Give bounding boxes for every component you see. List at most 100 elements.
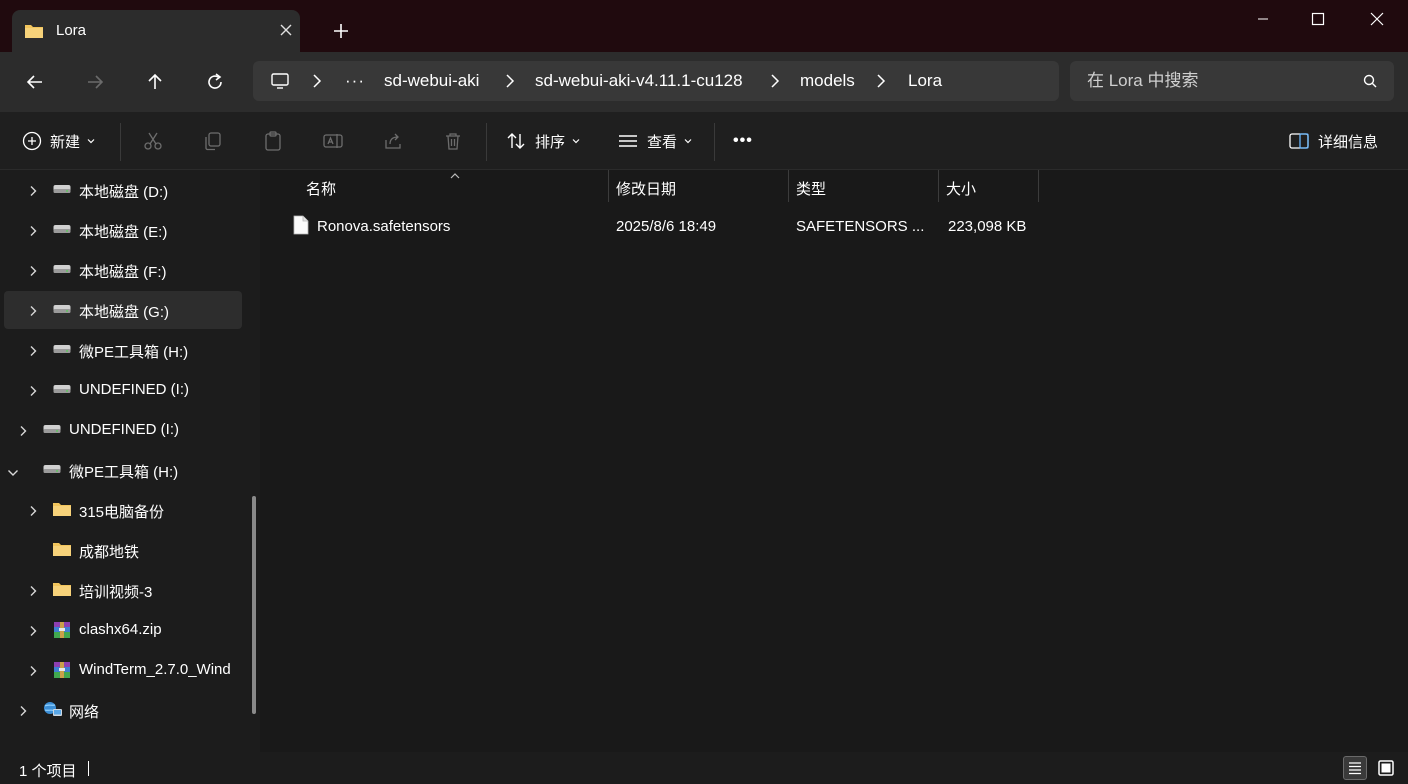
file-icon xyxy=(293,215,309,239)
sidebar-item[interactable]: 315电脑备份 xyxy=(4,491,242,529)
drive-icon xyxy=(52,340,72,362)
sort-button[interactable]: 排序 xyxy=(505,125,581,157)
details-button[interactable]: 详细信息 xyxy=(1288,125,1378,157)
details-view-icon xyxy=(1349,762,1361,775)
title-bar: Lora xyxy=(0,0,1408,52)
navigation-pane: 本地磁盘 (D:) 本地磁盘 (E:) 本地磁盘 (F:) 本地磁盘 (G:) 微PE工… xyxy=(0,170,260,752)
sidebar-item[interactable]: clashx64.zip xyxy=(4,611,242,649)
breadcrumb-item[interactable]: sd-webui-aki xyxy=(384,71,479,91)
column-header-size[interactable]: 大小 xyxy=(946,178,976,199)
chevron-right-icon[interactable] xyxy=(28,624,38,641)
rename-button[interactable] xyxy=(322,125,344,157)
sidebar-item[interactable]: 本地磁盘 (F:) xyxy=(4,251,242,289)
sidebar-item-label: 315电脑备份 xyxy=(79,504,165,521)
chevron-right-icon[interactable] xyxy=(28,264,38,281)
sidebar-item[interactable]: WindTerm_2.7.0_Wind xyxy=(4,651,242,689)
minimize-icon[interactable] xyxy=(1234,0,1292,38)
back-arrow-icon[interactable] xyxy=(19,66,51,98)
folder-icon xyxy=(52,500,72,522)
command-bar: 新建 排序 查看 ••• 详细信息 xyxy=(0,112,1408,170)
breadcrumb-item[interactable]: models xyxy=(800,71,855,91)
copy-button[interactable] xyxy=(202,125,224,157)
chevron-down-icon xyxy=(87,139,95,144)
file-size: 223,098 KB xyxy=(948,218,1027,235)
address-bar[interactable]: ··· sd-webui-aki sd-webui-aki-v4.11.1-cu… xyxy=(253,61,1059,101)
sidebar-item[interactable]: 成都地铁 xyxy=(4,531,242,569)
folder-icon xyxy=(52,580,72,602)
column-divider[interactable] xyxy=(788,170,789,202)
chevron-right-icon[interactable] xyxy=(18,704,28,721)
sidebar-item-label: 微PE工具箱 (H:) xyxy=(79,344,189,361)
chevron-right-icon[interactable] xyxy=(28,504,38,521)
sidebar-item[interactable]: 培训视频-3 xyxy=(4,571,242,609)
search-box[interactable] xyxy=(1070,61,1394,101)
column-divider[interactable] xyxy=(608,170,609,202)
paste-button[interactable] xyxy=(262,125,284,157)
tab-title: Lora xyxy=(56,22,87,39)
chevron-right-icon[interactable] xyxy=(28,224,38,241)
address-row: ··· sd-webui-aki sd-webui-aki-v4.11.1-cu… xyxy=(0,52,1408,112)
refresh-icon[interactable] xyxy=(199,66,231,98)
sidebar-item[interactable]: 本地磁盘 (D:) xyxy=(4,171,242,209)
breadcrumb-overflow[interactable]: ··· xyxy=(345,71,365,91)
column-header-modified[interactable]: 修改日期 xyxy=(616,178,676,199)
sidebar-item[interactable]: 微PE工具箱 (H:) xyxy=(4,331,242,369)
column-header-name[interactable]: 名称 xyxy=(306,178,336,199)
chevron-right-icon[interactable] xyxy=(311,73,323,93)
computer-icon[interactable] xyxy=(270,71,290,95)
table-row[interactable]: Ronova.safetensors 2025/8/6 18:49 SAFETE… xyxy=(286,210,1046,242)
breadcrumb-current[interactable]: Lora xyxy=(908,71,942,91)
column-header-type[interactable]: 类型 xyxy=(796,178,826,199)
new-label: 新建 xyxy=(50,133,81,151)
search-input[interactable] xyxy=(1070,61,1350,101)
new-tab-icon[interactable] xyxy=(330,20,352,42)
sidebar-scrollbar[interactable] xyxy=(252,496,256,714)
cut-button[interactable] xyxy=(142,125,164,157)
sidebar-item[interactable]: 本地磁盘 (G:) xyxy=(4,291,242,329)
paste-icon xyxy=(265,131,281,151)
sidebar-item[interactable]: 本地磁盘 (E:) xyxy=(4,211,242,249)
chevron-right-icon[interactable] xyxy=(769,73,781,93)
sidebar-item[interactable]: UNDEFINED (I:) xyxy=(4,371,242,409)
chevron-right-icon[interactable] xyxy=(28,304,38,321)
drive-icon xyxy=(52,220,72,242)
column-divider[interactable] xyxy=(938,170,939,202)
drive-icon xyxy=(52,300,72,322)
up-arrow-icon[interactable] xyxy=(139,66,171,98)
more-button[interactable]: ••• xyxy=(733,125,753,157)
file-modified: 2025/8/6 18:49 xyxy=(616,218,717,235)
column-divider[interactable] xyxy=(1038,170,1039,202)
chevron-right-icon[interactable] xyxy=(28,584,38,601)
tab-lora[interactable]: Lora xyxy=(12,10,300,52)
details-view-button[interactable] xyxy=(1343,756,1367,780)
chevron-down-icon[interactable] xyxy=(7,465,19,482)
chevron-right-icon[interactable] xyxy=(28,664,38,681)
window-close-icon[interactable] xyxy=(1348,0,1406,38)
network-icon xyxy=(42,700,64,724)
new-button[interactable]: 新建 xyxy=(22,125,96,157)
chevron-right-icon[interactable] xyxy=(28,384,38,401)
chevron-right-icon[interactable] xyxy=(875,73,887,93)
chevron-right-icon[interactable] xyxy=(504,73,516,93)
search-icon[interactable] xyxy=(1362,73,1378,93)
breadcrumb-item[interactable]: sd-webui-aki-v4.11.1-cu128 xyxy=(535,71,743,91)
sidebar-item[interactable]: 微PE工具箱 (H:) xyxy=(4,451,242,489)
sidebar-item-label: WindTerm_2.7.0_Wind xyxy=(79,661,231,678)
item-count: 1 个项目 xyxy=(19,763,77,780)
toolbar-divider xyxy=(120,123,121,161)
tab-close-icon[interactable] xyxy=(276,20,296,40)
trash-icon xyxy=(446,133,460,150)
forward-arrow-icon[interactable] xyxy=(79,66,111,98)
delete-button[interactable] xyxy=(442,125,464,157)
sidebar-item-label: 本地磁盘 (F:) xyxy=(79,264,167,281)
sidebar-item[interactable]: UNDEFINED (I:) xyxy=(4,411,242,449)
chevron-right-icon[interactable] xyxy=(28,344,38,361)
sidebar-item[interactable]: 网络 xyxy=(4,691,242,729)
folder-icon xyxy=(52,540,72,562)
chevron-right-icon[interactable] xyxy=(18,424,28,441)
chevron-right-icon[interactable] xyxy=(28,184,38,201)
view-button[interactable]: 查看 xyxy=(617,125,693,157)
share-button[interactable] xyxy=(382,125,404,157)
thumbnail-view-button[interactable] xyxy=(1374,756,1398,780)
maximize-icon[interactable] xyxy=(1289,0,1347,38)
